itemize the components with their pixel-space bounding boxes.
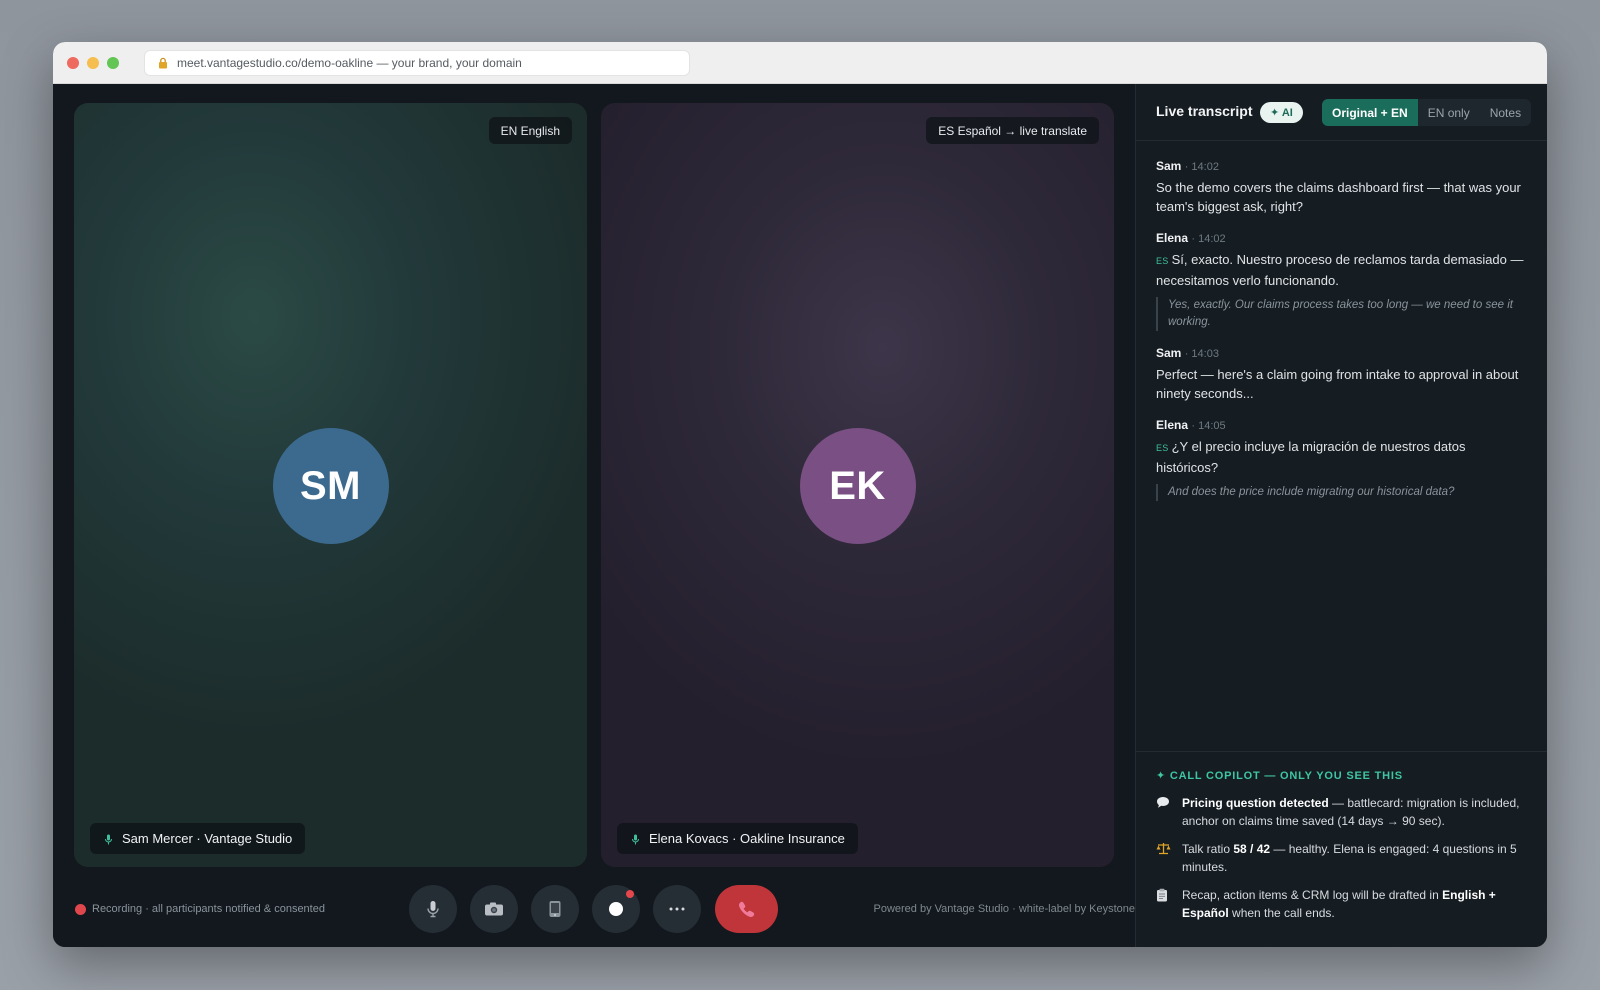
tab-original-en[interactable]: Original + EN bbox=[1322, 99, 1418, 126]
participant-name: Sam Mercer · Vantage Studio bbox=[122, 831, 293, 846]
video-stage: EN English SM Sam Mercer · Vantage Studi… bbox=[53, 84, 1135, 947]
language-badge: EN English bbox=[488, 117, 572, 144]
transcript-message: Sam · 14:03 Perfect — here's a claim goi… bbox=[1156, 346, 1528, 403]
participant-tile-elena[interactable]: ES Español → live translate EK Elena Kov… bbox=[601, 103, 1114, 867]
copilot-item: Recap, action items & CRM log will be dr… bbox=[1156, 886, 1527, 922]
transcript-message: Elena · 14:05 ES ¿Y el precio incluye la … bbox=[1156, 418, 1528, 501]
end-call-icon bbox=[738, 901, 754, 918]
browser-window: meet.vantagestudio.co/demo-oakline — you… bbox=[53, 42, 1547, 947]
copilot-highlight: Pricing question detected bbox=[1182, 796, 1329, 810]
language-badge: ES Español → live translate bbox=[926, 117, 1099, 144]
call-copilot-panel: ✦ CALL COPILOT — ONLY YOU SEE THIS Prici… bbox=[1136, 751, 1547, 947]
transcript-sidebar: Live transcript ✦ AI Original + EN EN on… bbox=[1135, 84, 1547, 947]
tab-notes[interactable]: Notes bbox=[1480, 99, 1531, 126]
ai-badge: ✦ AI bbox=[1260, 102, 1303, 123]
screen-share-button[interactable] bbox=[531, 885, 579, 933]
maximize-window-button[interactable] bbox=[107, 57, 119, 69]
transcript-message: Sam · 14:02 So the demo covers the claim… bbox=[1156, 159, 1528, 216]
message-translation: And does the price include migrating our… bbox=[1156, 484, 1528, 501]
mute-button[interactable] bbox=[409, 885, 457, 933]
message-translation: Yes, exactly. Our claims process takes t… bbox=[1156, 297, 1528, 331]
message-time: · 14:03 bbox=[1184, 348, 1219, 360]
balance-scale-icon bbox=[1156, 840, 1182, 876]
clipboard-icon bbox=[1156, 886, 1182, 922]
record-button[interactable] bbox=[592, 885, 640, 933]
language-tag: ES bbox=[1156, 443, 1169, 453]
minimize-window-button[interactable] bbox=[87, 57, 99, 69]
participant-name: Elena Kovacs · Oakline Insurance bbox=[649, 831, 845, 846]
powered-by: Powered by Vantage Studio · white-label … bbox=[873, 903, 1135, 915]
message-text: Perfect — here's a claim going from inta… bbox=[1156, 367, 1519, 401]
end-call-button[interactable] bbox=[715, 885, 778, 933]
speaker-name: Sam bbox=[1156, 346, 1182, 360]
language-tag: ES bbox=[1156, 256, 1169, 266]
message-text: ¿Y el precio incluye la migración de nue… bbox=[1156, 439, 1466, 475]
camera-icon bbox=[485, 902, 503, 916]
address-bar[interactable]: meet.vantagestudio.co/demo-oakline — you… bbox=[144, 50, 690, 76]
copilot-highlight: 58 / 42 bbox=[1233, 842, 1271, 856]
record-icon bbox=[609, 902, 623, 916]
message-time: · 14:02 bbox=[1191, 233, 1226, 245]
copilot-title: ✦ CALL COPILOT — ONLY YOU SEE THIS bbox=[1156, 770, 1403, 782]
screen-share-icon bbox=[549, 901, 561, 917]
browser-titlebar: meet.vantagestudio.co/demo-oakline — you… bbox=[53, 42, 1547, 84]
participant-name-tag: Elena Kovacs · Oakline Insurance bbox=[617, 823, 858, 854]
speech-bubble-icon bbox=[1156, 794, 1182, 830]
copilot-item: Talk ratio 58 / 42 — healthy. Elena is e… bbox=[1156, 840, 1527, 876]
microphone-icon bbox=[427, 901, 439, 918]
tab-en-only[interactable]: EN only bbox=[1418, 99, 1480, 126]
copilot-detail: when the call ends. bbox=[1228, 906, 1335, 920]
url-text: meet.vantagestudio.co/demo-oakline — you… bbox=[177, 56, 522, 70]
message-time: · 14:05 bbox=[1191, 420, 1226, 432]
transcript-message: Elena · 14:02 ES Sí, exacto. Nuestro proc… bbox=[1156, 231, 1528, 331]
copilot-prefix: Recap, action items & CRM log will be dr… bbox=[1182, 888, 1443, 902]
participant-name-tag: Sam Mercer · Vantage Studio bbox=[90, 823, 306, 854]
message-text: Sí, exacto. Nuestro proceso de reclamos … bbox=[1156, 252, 1524, 288]
microphone-icon bbox=[631, 833, 640, 845]
recording-dot-icon bbox=[75, 903, 86, 915]
recording-notice: Recording · all participants notified & … bbox=[75, 903, 325, 915]
microphone-icon bbox=[104, 833, 113, 845]
sidebar-header: Live transcript ✦ AI Original + EN EN on… bbox=[1136, 84, 1547, 141]
copilot-prefix: Talk ratio bbox=[1182, 842, 1234, 856]
transcript-view-tabs: Original + EN EN only Notes bbox=[1322, 99, 1532, 126]
close-window-button[interactable] bbox=[67, 57, 79, 69]
participant-tile-sam[interactable]: EN English SM Sam Mercer · Vantage Studi… bbox=[74, 103, 587, 867]
speaker-name: Elena bbox=[1156, 418, 1189, 432]
recording-active-indicator bbox=[626, 890, 634, 898]
more-options-button[interactable] bbox=[653, 885, 701, 933]
transcript-list[interactable]: Sam · 14:02 So the demo covers the claim… bbox=[1156, 159, 1528, 516]
copilot-item: Pricing question detected — battlecard: … bbox=[1156, 794, 1527, 830]
message-text: So the demo covers the claims dashboard … bbox=[1156, 180, 1521, 214]
speaker-name: Elena bbox=[1156, 231, 1189, 245]
lock-icon bbox=[157, 57, 169, 69]
speaker-name: Sam bbox=[1156, 159, 1182, 173]
camera-button[interactable] bbox=[470, 885, 518, 933]
message-time: · 14:02 bbox=[1184, 161, 1219, 173]
avatar: EK bbox=[799, 428, 916, 544]
avatar: SM bbox=[272, 428, 389, 544]
recording-text: Recording · all participants notified & … bbox=[92, 903, 325, 915]
call-controls bbox=[409, 885, 778, 934]
sidebar-title: Live transcript bbox=[1156, 103, 1253, 119]
more-icon bbox=[669, 907, 685, 911]
